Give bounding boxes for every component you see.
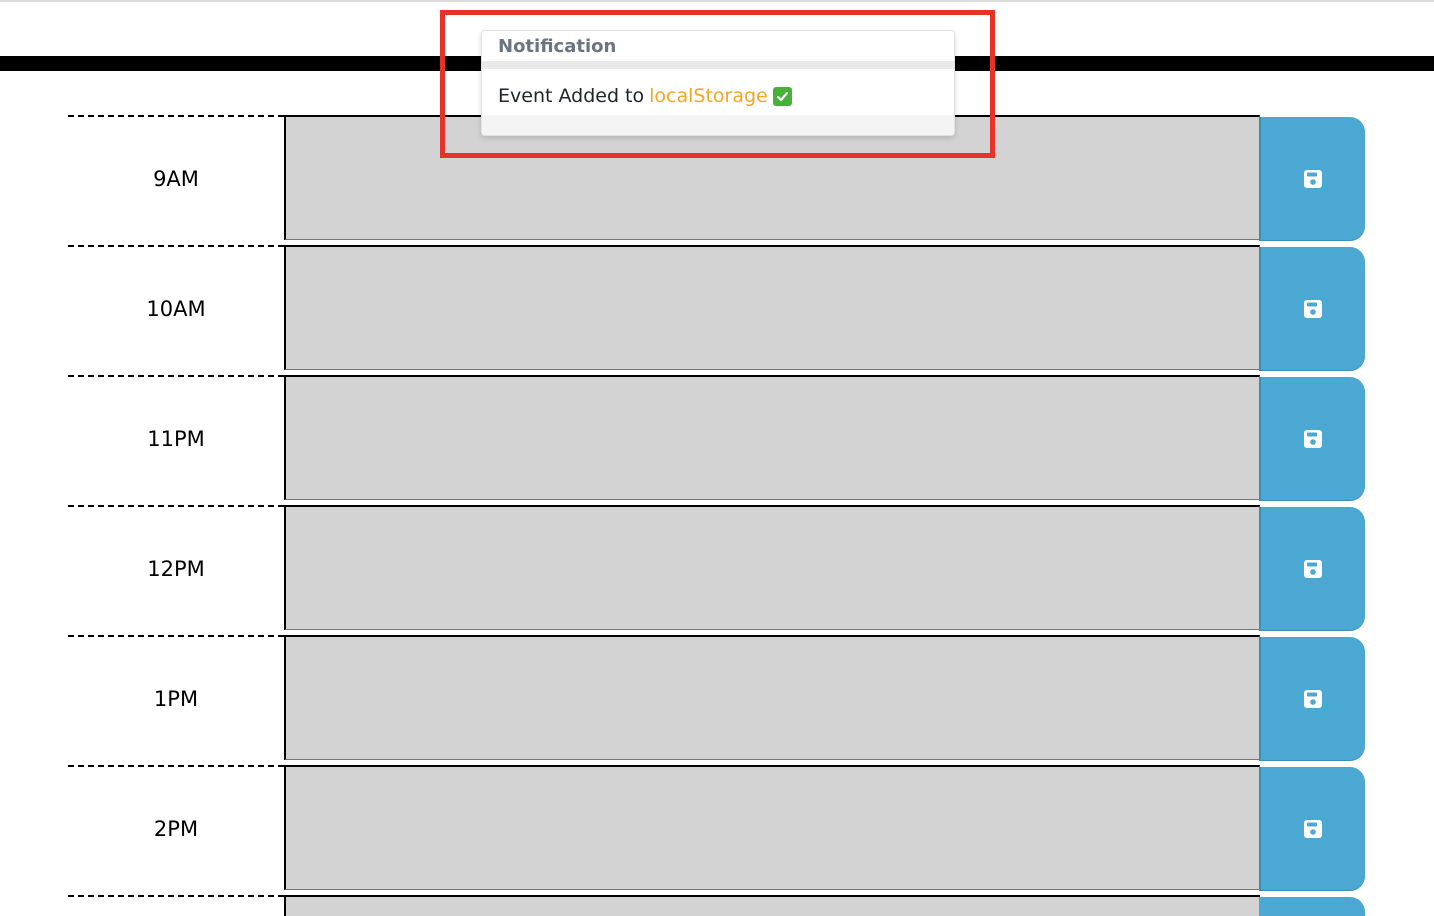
save-button[interactable] bbox=[1259, 247, 1365, 370]
event-description-input[interactable] bbox=[284, 635, 1260, 760]
save-button[interactable] bbox=[1259, 897, 1365, 916]
save-button[interactable] bbox=[1259, 507, 1365, 630]
save-button[interactable] bbox=[1259, 637, 1365, 760]
hour-label: 10AM bbox=[68, 245, 284, 370]
hour-divider bbox=[68, 895, 284, 897]
time-block: 2PM bbox=[0, 765, 1434, 895]
save-button[interactable] bbox=[1259, 117, 1365, 240]
save-icon bbox=[1304, 299, 1322, 318]
save-icon bbox=[1304, 819, 1322, 838]
event-description-input[interactable] bbox=[284, 375, 1260, 500]
hour-label: 2PM bbox=[68, 765, 284, 890]
time-block: 1PM bbox=[0, 635, 1434, 765]
event-description-input[interactable] bbox=[284, 895, 1260, 916]
hour-label: 1PM bbox=[68, 635, 284, 760]
hour-label: 9AM bbox=[68, 115, 284, 240]
save-icon bbox=[1304, 689, 1322, 708]
time-block: 10AM bbox=[0, 245, 1434, 375]
time-block: 12PM bbox=[0, 505, 1434, 635]
save-button[interactable] bbox=[1259, 377, 1365, 500]
event-description-input[interactable] bbox=[284, 505, 1260, 630]
time-block: 11PM bbox=[0, 375, 1434, 505]
save-icon bbox=[1304, 559, 1322, 578]
save-icon bbox=[1304, 169, 1322, 188]
time-block-partial bbox=[0, 893, 1434, 916]
hour-label: 11PM bbox=[68, 375, 284, 500]
event-description-input[interactable] bbox=[284, 765, 1260, 890]
event-description-input[interactable] bbox=[284, 245, 1260, 370]
save-button[interactable] bbox=[1259, 767, 1365, 890]
save-icon bbox=[1304, 429, 1322, 448]
annotation-highlight-box bbox=[440, 10, 995, 158]
hour-label: 12PM bbox=[68, 505, 284, 630]
